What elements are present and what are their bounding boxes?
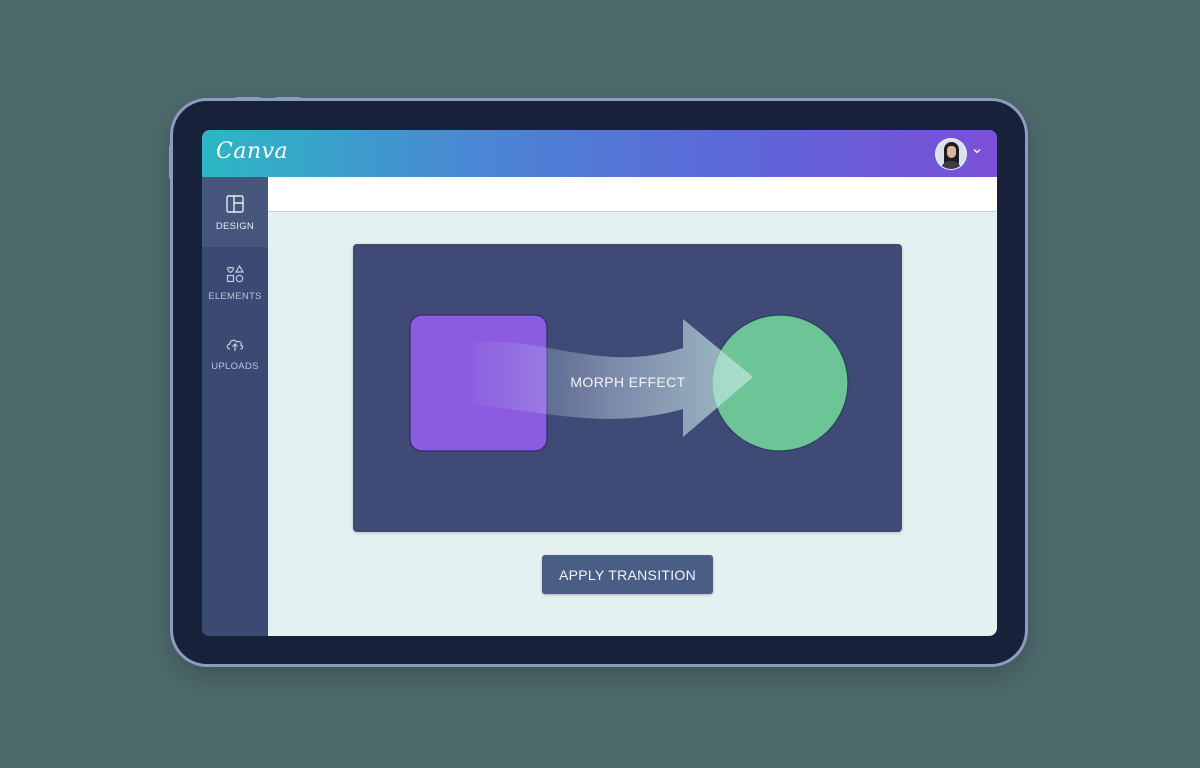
user-avatar[interactable]: [935, 138, 967, 170]
morph-effect-label: MORPH EFFECT: [570, 374, 686, 390]
apply-transition-button[interactable]: APPLY TRANSITION: [542, 555, 713, 594]
canva-logo[interactable]: Canva: [216, 139, 288, 164]
shapes-icon: [226, 264, 245, 283]
cloud-upload-icon: [226, 339, 244, 351]
sidebar: DESIGN ELEMENTS UPLOADS: [202, 177, 268, 636]
sidebar-item-label: ELEMENTS: [208, 291, 262, 302]
top-bar: Canva: [202, 130, 997, 177]
editor-toolbar: [268, 177, 997, 212]
sidebar-item-uploads[interactable]: UPLOADS: [202, 317, 268, 387]
volume-down-button: [275, 97, 301, 101]
app-screen: Canva DESIGN ELEMENTS UPLOADS MORPH EFFE…: [202, 130, 997, 636]
tablet-frame: Canva DESIGN ELEMENTS UPLOADS MORPH EFFE…: [169, 97, 1025, 664]
sidebar-item-design[interactable]: DESIGN: [202, 177, 268, 247]
volume-up-button: [235, 97, 261, 101]
sidebar-item-label: DESIGN: [215, 221, 255, 232]
sidebar-item-elements[interactable]: ELEMENTS: [202, 247, 268, 317]
sidebar-item-label: UPLOADS: [211, 361, 259, 372]
layout-icon: [226, 195, 244, 213]
power-button: [169, 145, 173, 179]
chevron-down-icon[interactable]: [972, 146, 982, 156]
design-canvas[interactable]: MORPH EFFECT: [353, 244, 902, 532]
